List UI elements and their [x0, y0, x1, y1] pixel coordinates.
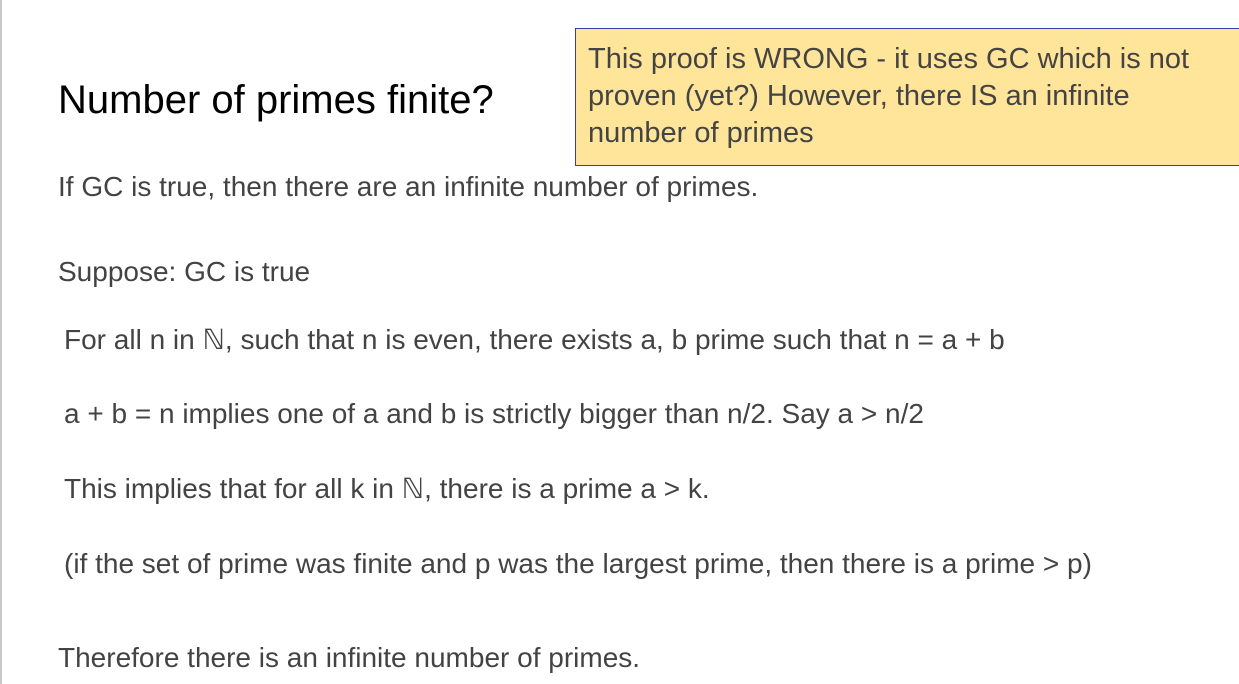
- proof-line-goldbach: For all n in ℕ, such that n is even, the…: [64, 324, 1005, 355]
- proof-line-conclusion: Therefore there is an infinite number of…: [58, 642, 641, 673]
- proof-line-implication: This implies that for all k in ℕ, there …: [64, 473, 710, 504]
- comment-note: This proof is WRONG - it uses GC which i…: [575, 28, 1239, 166]
- proof-line-statement: If GC is true, then there are an infinit…: [58, 171, 759, 202]
- proof-line-supposition: Suppose: GC is true: [58, 256, 311, 287]
- slide-title: Number of primes finite?: [58, 78, 494, 122]
- proof-line-inequality: a + b = n implies one of a and b is stri…: [64, 398, 924, 429]
- proof-line-contradiction: (if the set of prime was finite and p wa…: [64, 548, 1092, 579]
- slide: Number of primes finite? This proof is W…: [0, 0, 1239, 684]
